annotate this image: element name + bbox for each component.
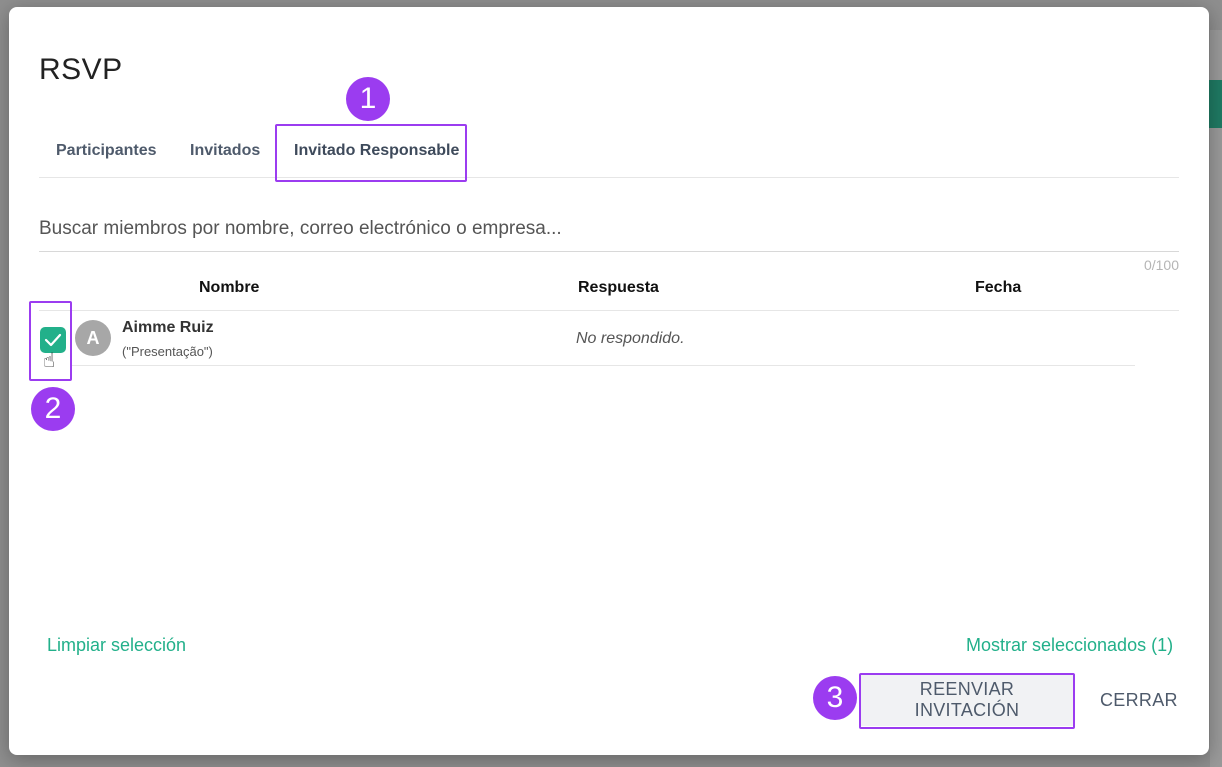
tab-invitados[interactable]: Invitados [190, 125, 260, 177]
member-name: Aimme Ruiz [122, 319, 214, 336]
highlight-box-resend [859, 673, 1075, 729]
member-subtitle: ("Presentação") [122, 344, 213, 359]
step-badge-2: 2 [31, 387, 75, 431]
column-header-nombre: Nombre [199, 279, 260, 296]
column-header-fecha: Fecha [975, 279, 1022, 296]
close-button[interactable]: CERRAR [1094, 674, 1178, 726]
clear-selection-link[interactable]: Limpiar selección [47, 635, 186, 656]
column-header-respuesta: Respuesta [578, 279, 659, 296]
search-char-counter: 0/100 [1143, 257, 1179, 273]
avatar: A [75, 320, 111, 356]
tab-bar: Participantes Invitados Invitado Respons… [39, 125, 1179, 178]
show-selected-link[interactable]: Mostrar seleccionados (1) [966, 635, 1173, 656]
rsvp-modal: RSVP Participantes Invitados Invitado Re… [9, 7, 1209, 755]
search-input[interactable] [39, 207, 1179, 252]
response-status: No respondido. [576, 330, 685, 347]
highlight-box-tab [275, 124, 467, 182]
step-badge-1: 1 [346, 77, 390, 121]
table-header: Nombre Respuesta Fecha [39, 277, 1179, 311]
tab-participantes[interactable]: Participantes [56, 125, 156, 177]
modal-title: RSVP [39, 53, 123, 86]
background-check-fragment [1208, 80, 1222, 128]
highlight-box-checkbox [29, 301, 72, 381]
step-badge-3: 3 [813, 676, 857, 720]
background-panel-right [1210, 30, 1222, 767]
